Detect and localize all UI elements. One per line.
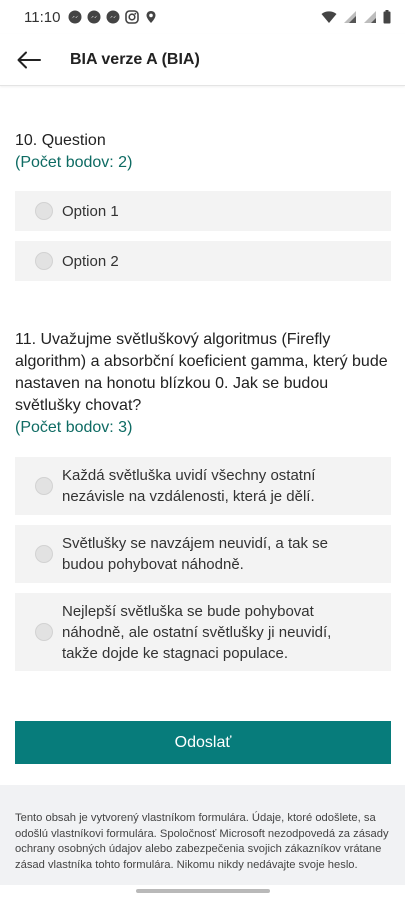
question-title: 11. Uvažujme světluškový algoritmus (Fir…	[15, 331, 388, 414]
app-bar: BIA verze A (BIA)	[0, 34, 405, 86]
radio-button[interactable]	[35, 202, 53, 220]
messenger-icon	[87, 10, 101, 24]
submit-button[interactable]: Odoslať	[15, 721, 391, 764]
notification-icons	[68, 10, 158, 24]
disclaimer-text: Tento obsah je vytvorený vlastníkom form…	[15, 812, 389, 871]
option-label: Světlušky se navzájem neuvidí, a tak se …	[62, 535, 328, 573]
signal-icon	[364, 11, 376, 23]
battery-icon	[383, 10, 391, 24]
option-label: Nejlepší světluška se bude pohybovat náh…	[62, 602, 332, 662]
messenger-icon	[68, 10, 82, 24]
radio-button[interactable]	[35, 545, 53, 563]
messenger-icon	[106, 10, 120, 24]
back-button[interactable]	[14, 45, 44, 75]
option-row[interactable]: Nejlepší světluška se bude pohybovat náh…	[15, 593, 391, 671]
question-points: (Počet bodov: 3)	[15, 419, 133, 436]
home-indicator[interactable]	[136, 889, 270, 893]
option-row[interactable]: Option 2	[15, 241, 391, 281]
location-icon	[146, 11, 156, 23]
question-11: 11. Uvažujme světluškový algoritmus (Fir…	[15, 329, 391, 439]
status-bar: 11:10	[0, 0, 405, 34]
option-label: Option 1	[62, 202, 119, 220]
wifi-icon	[321, 11, 337, 23]
option-label: Option 2	[62, 252, 119, 270]
option-row[interactable]: Světlušky se navzájem neuvidí, a tak se …	[15, 525, 391, 583]
signal-icon	[344, 11, 356, 23]
option-row[interactable]: Option 1	[15, 191, 391, 231]
instagram-icon	[125, 10, 140, 24]
arrow-left-icon	[17, 51, 41, 68]
system-icons	[321, 10, 391, 24]
radio-button[interactable]	[35, 477, 53, 495]
option-row[interactable]: Každá světluška uvidí všechny ostatní ne…	[15, 457, 391, 515]
radio-button[interactable]	[35, 252, 53, 270]
question-title: 10. Question	[15, 132, 106, 149]
radio-button[interactable]	[35, 623, 53, 641]
footer-disclaimer: Tento obsah je vytvorený vlastníkom form…	[0, 785, 405, 885]
question-points: (Počet bodov: 2)	[15, 154, 133, 171]
status-time: 11:10	[24, 8, 61, 26]
page-title: BIA verze A (BIA)	[70, 50, 200, 68]
question-10: 10. Question (Počet bodov: 2)	[15, 130, 391, 174]
option-label: Každá světluška uvidí všechny ostatní ne…	[62, 467, 316, 505]
